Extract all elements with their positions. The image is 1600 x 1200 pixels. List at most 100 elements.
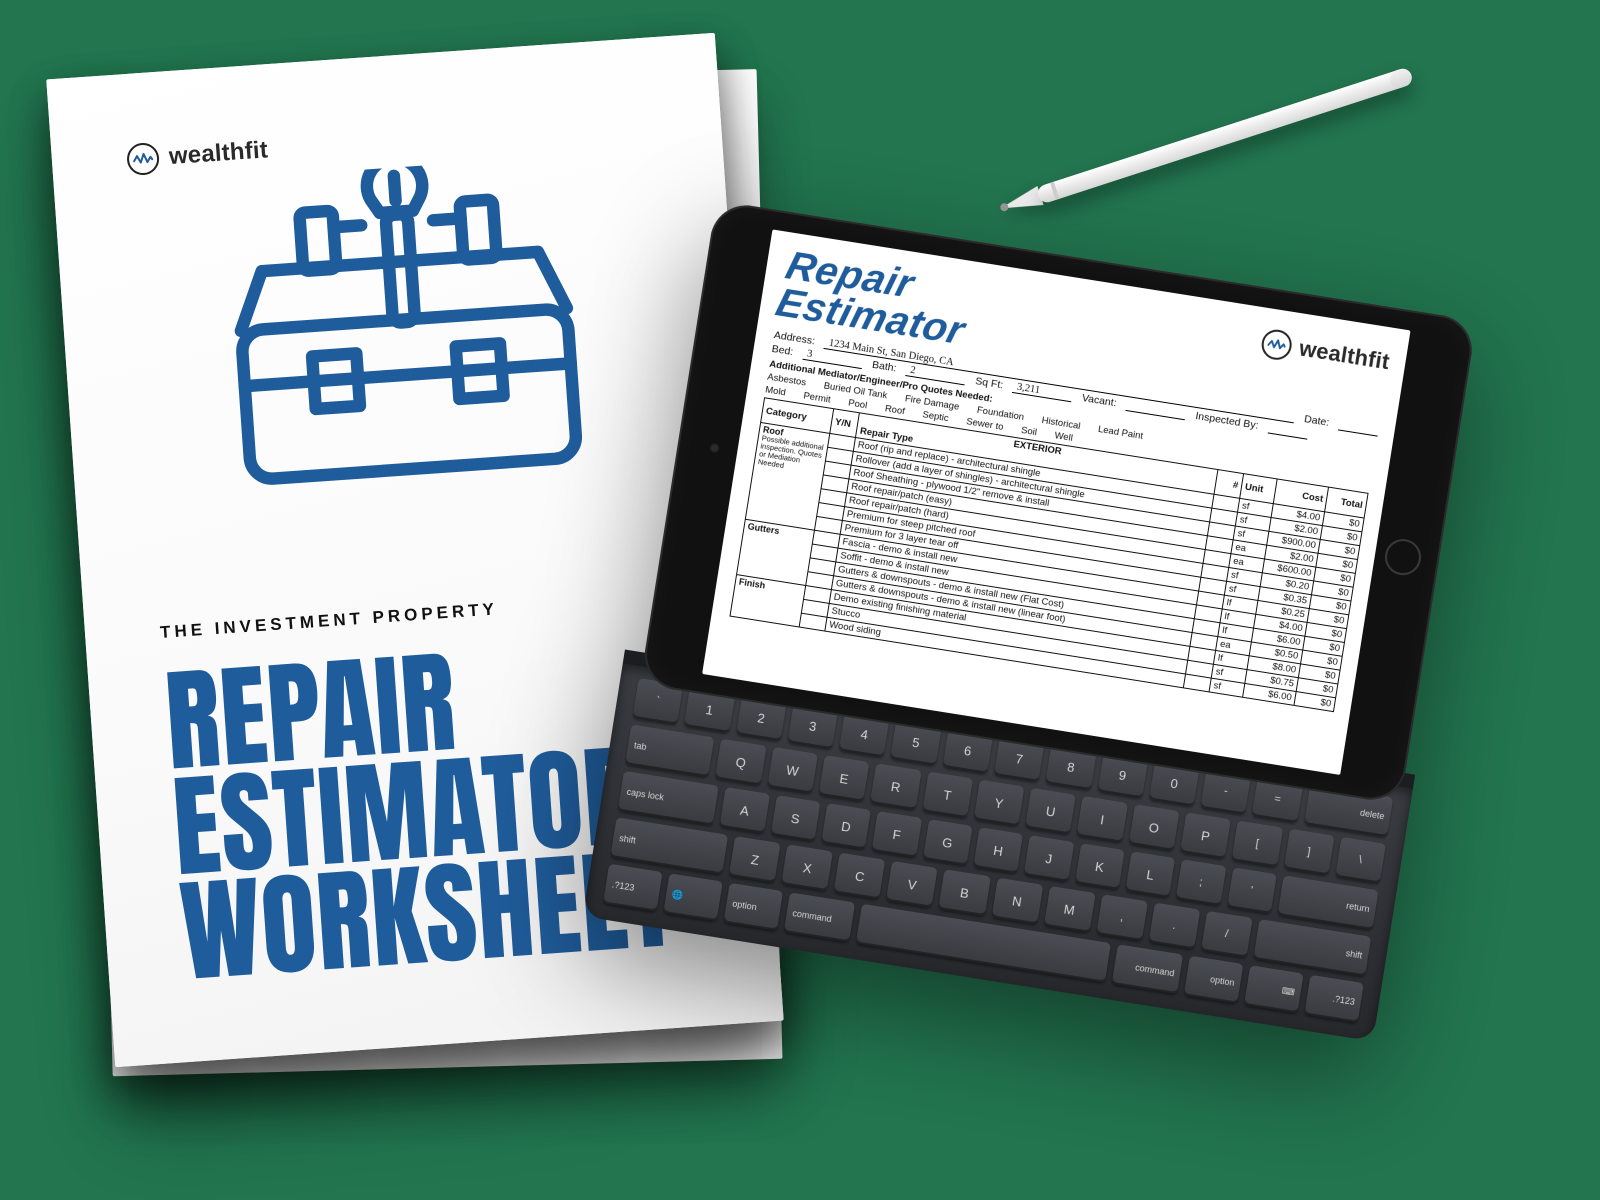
yn-cell bbox=[817, 503, 845, 521]
repair-cell: Roof repair/patch (easy) bbox=[847, 479, 1208, 550]
unit-cell: sf bbox=[1211, 664, 1247, 683]
key[interactable]: X bbox=[782, 844, 834, 891]
unit-cell: ea bbox=[1229, 554, 1265, 573]
key[interactable]: [ bbox=[1232, 821, 1283, 868]
key[interactable]: Y bbox=[974, 780, 1025, 827]
key[interactable]: F bbox=[872, 811, 922, 857]
key[interactable]: M bbox=[1044, 886, 1096, 933]
key[interactable]: E bbox=[819, 755, 870, 802]
key[interactable]: S bbox=[770, 795, 820, 841]
key[interactable]: W bbox=[767, 747, 818, 794]
key[interactable]: L bbox=[1125, 851, 1175, 897]
cost-cell: $6.00 bbox=[1243, 683, 1297, 705]
table-row: Gutters & downspouts - demo & install ne… bbox=[739, 547, 1345, 656]
camera-dot bbox=[709, 442, 720, 453]
unit-cell: sf bbox=[1233, 526, 1269, 545]
repair-cell: Roof (rip and replace) - architectural s… bbox=[853, 437, 1214, 508]
total-cell: $0 bbox=[1294, 692, 1336, 712]
yn-cell bbox=[828, 433, 856, 451]
key[interactable]: V bbox=[886, 861, 938, 908]
key[interactable]: I bbox=[1077, 796, 1128, 843]
table-header-row: Category Y/N EXTERIOR Repair Type # Unit… bbox=[761, 398, 1368, 518]
cost-cell: $0.25 bbox=[1256, 600, 1310, 622]
key[interactable]: O bbox=[1128, 804, 1179, 851]
col-category: Category bbox=[761, 398, 834, 434]
tag: Roof bbox=[884, 403, 906, 417]
value-vacant bbox=[1125, 410, 1184, 420]
tag: Well bbox=[1054, 430, 1074, 444]
cost-cell: $0.50 bbox=[1249, 642, 1303, 664]
table-row: GuttersFascia - demo & install newlf$0.2… bbox=[743, 519, 1349, 628]
table-row: Roof repair/patch (easy)ea$2.00$0 bbox=[752, 464, 1358, 573]
total-cell: $0 bbox=[1311, 581, 1353, 601]
key[interactable]: N bbox=[991, 878, 1043, 925]
unit-cell: sf bbox=[1237, 498, 1273, 517]
key-globe[interactable]: 🌐 bbox=[663, 873, 723, 921]
repair-cell: Stucco bbox=[827, 603, 1188, 674]
key[interactable]: / bbox=[1201, 911, 1253, 958]
cost-cell: $600.00 bbox=[1262, 559, 1316, 581]
key[interactable]: U bbox=[1025, 788, 1076, 835]
table-row: RoofPossible additional inspection. Quot… bbox=[758, 422, 1364, 531]
table-row: Rollover (add a layer of shingles) - arc… bbox=[756, 436, 1362, 545]
key-numswitch[interactable]: .?123 bbox=[603, 864, 663, 912]
home-button[interactable] bbox=[1382, 537, 1423, 578]
key[interactable]: B bbox=[939, 869, 991, 916]
key[interactable]: K bbox=[1075, 843, 1125, 889]
key[interactable]: C bbox=[834, 853, 886, 900]
label-additional: Additional Mediator/Engineer/Pro Quotes … bbox=[769, 359, 1375, 466]
key-option-left[interactable]: option bbox=[723, 883, 783, 931]
key[interactable]: R bbox=[870, 763, 921, 810]
key[interactable]: G bbox=[922, 819, 972, 865]
total-cell: $0 bbox=[1322, 512, 1364, 532]
key[interactable]: H bbox=[973, 827, 1023, 873]
key[interactable]: ] bbox=[1283, 829, 1334, 876]
key-numswitch-right[interactable]: .?123 bbox=[1304, 975, 1364, 1023]
key-keyboard-icon[interactable]: ⌨ bbox=[1244, 965, 1304, 1013]
total-cell: $0 bbox=[1298, 664, 1340, 684]
key-command-right[interactable]: command bbox=[1111, 944, 1183, 994]
key[interactable]: Q bbox=[715, 739, 766, 786]
value-bath: 2 bbox=[905, 364, 966, 385]
key[interactable]: T bbox=[922, 771, 973, 818]
key[interactable]: , bbox=[1096, 894, 1148, 941]
repair-cell: Wood siding bbox=[825, 617, 1186, 688]
cost-cell: $0.75 bbox=[1245, 670, 1299, 692]
key[interactable]: Z bbox=[729, 836, 781, 883]
key[interactable]: ; bbox=[1176, 859, 1226, 905]
key[interactable]: D bbox=[821, 803, 871, 849]
total-cell: $0 bbox=[1314, 567, 1356, 587]
key[interactable]: A bbox=[720, 787, 770, 833]
brand-mark-icon bbox=[126, 142, 160, 176]
key-capslock[interactable]: caps lock bbox=[618, 771, 719, 826]
table-row: FinishDemo existing finishing materiallf… bbox=[734, 575, 1340, 684]
key[interactable]: P bbox=[1180, 812, 1231, 859]
col-yn: Y/N bbox=[830, 409, 860, 438]
label-bath: Bath: bbox=[871, 359, 897, 375]
key[interactable]: . bbox=[1148, 902, 1200, 949]
qty-cell bbox=[1190, 633, 1218, 651]
tags-row-1: Asbestos Buried Oil Tank Fire Damage Fou… bbox=[766, 372, 1372, 479]
key-command-left[interactable]: command bbox=[784, 892, 856, 942]
unit-cell: lf bbox=[1220, 609, 1256, 628]
key-tab[interactable]: tab bbox=[625, 724, 715, 777]
key[interactable]: \ bbox=[1335, 837, 1386, 884]
key-return[interactable]: return bbox=[1277, 875, 1378, 930]
cost-cell: $0.20 bbox=[1260, 573, 1314, 595]
key[interactable]: ' bbox=[1227, 867, 1277, 913]
repair-cell: Demo existing finishing material bbox=[829, 590, 1190, 661]
table-row: Premium for steep pitched roofsf$0.20$0 bbox=[748, 492, 1354, 601]
key-option-right[interactable]: option bbox=[1184, 956, 1244, 1004]
total-cell: $0 bbox=[1320, 526, 1362, 546]
repair-cell: Premium for 3 layer tear off bbox=[840, 520, 1201, 591]
value-sqft: 3,211 bbox=[1012, 381, 1073, 402]
table-row: Roof repair/patch (hard)ea$600.00$0 bbox=[750, 478, 1356, 587]
key[interactable]: J bbox=[1024, 835, 1074, 881]
yn-cell bbox=[823, 461, 851, 479]
brand-text: wealthfit bbox=[1297, 335, 1391, 375]
qty-cell bbox=[1192, 619, 1220, 637]
cost-cell: $4.00 bbox=[1271, 504, 1325, 526]
repair-cell: Fascia - demo & install new bbox=[838, 534, 1199, 605]
sheet-title: Repair Estimator bbox=[772, 247, 978, 350]
unit-cell: sf bbox=[1209, 678, 1245, 697]
